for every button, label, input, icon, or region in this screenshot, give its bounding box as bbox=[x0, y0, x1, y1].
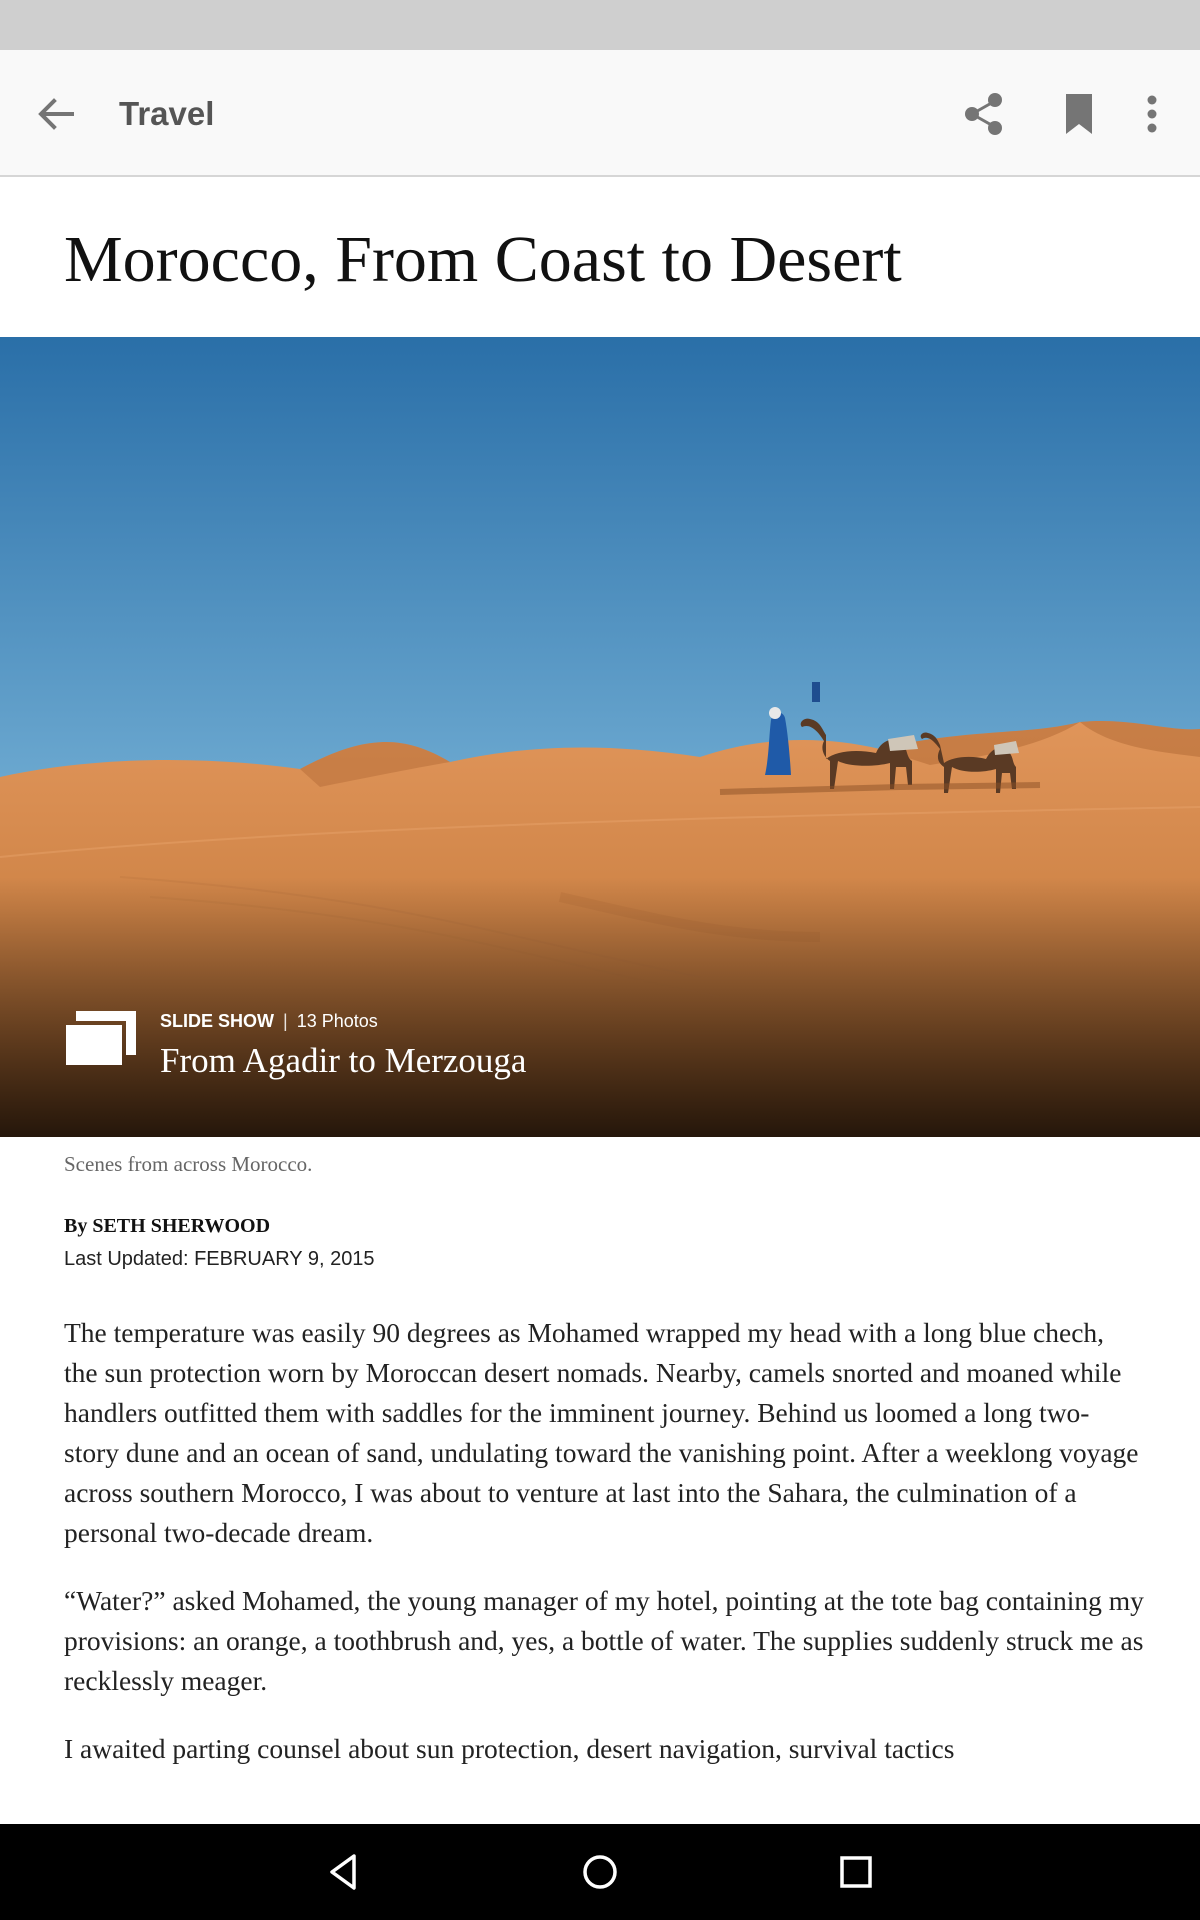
article-body: The temperature was easily 90 degrees as… bbox=[64, 1313, 1144, 1797]
nav-back-icon[interactable] bbox=[320, 1848, 368, 1896]
section-title: Travel bbox=[119, 95, 215, 132]
slideshow-label: SLIDE SHOW bbox=[160, 1011, 275, 1031]
more-vert-icon[interactable] bbox=[1132, 88, 1172, 140]
paragraph: The temperature was easily 90 degrees as… bbox=[64, 1317, 1139, 1548]
slideshow-kicker: SLIDE SHOW | 13 Photos bbox=[160, 1011, 378, 1032]
nav-recents-icon[interactable] bbox=[832, 1848, 880, 1896]
bookmark-icon[interactable] bbox=[1064, 92, 1094, 136]
paragraph: I awaited parting counsel about sun prot… bbox=[64, 1733, 955, 1764]
photo-caption: Scenes from across Morocco. bbox=[64, 1152, 313, 1176]
last-updated: Last Updated: FEBRUARY 9, 2015 bbox=[64, 1248, 375, 1270]
slideshow-hero[interactable]: SLIDE SHOW | 13 Photos From Agadir to Merz… bbox=[0, 337, 1200, 1137]
article-headline: Morocco, From Coast to Desert bbox=[64, 223, 902, 296]
system-nav-bar bbox=[0, 1824, 1200, 1920]
byline: By SETH SHERWOOD bbox=[64, 1215, 271, 1237]
share-icon[interactable] bbox=[958, 88, 1010, 140]
paragraph: “Water?” asked Mohamed, the young manage… bbox=[64, 1585, 1144, 1696]
nav-home-icon[interactable] bbox=[576, 1848, 624, 1896]
back-arrow-icon[interactable] bbox=[30, 88, 82, 140]
app-bar: Travel bbox=[0, 50, 1200, 177]
photo-count: 13 Photos bbox=[296, 1011, 378, 1031]
slideshow-title[interactable]: From Agadir to Merzouga bbox=[160, 1041, 526, 1081]
status-bar bbox=[0, 0, 1200, 50]
kicker-separator: | bbox=[283, 1011, 288, 1031]
slideshow-icon bbox=[66, 1011, 136, 1065]
